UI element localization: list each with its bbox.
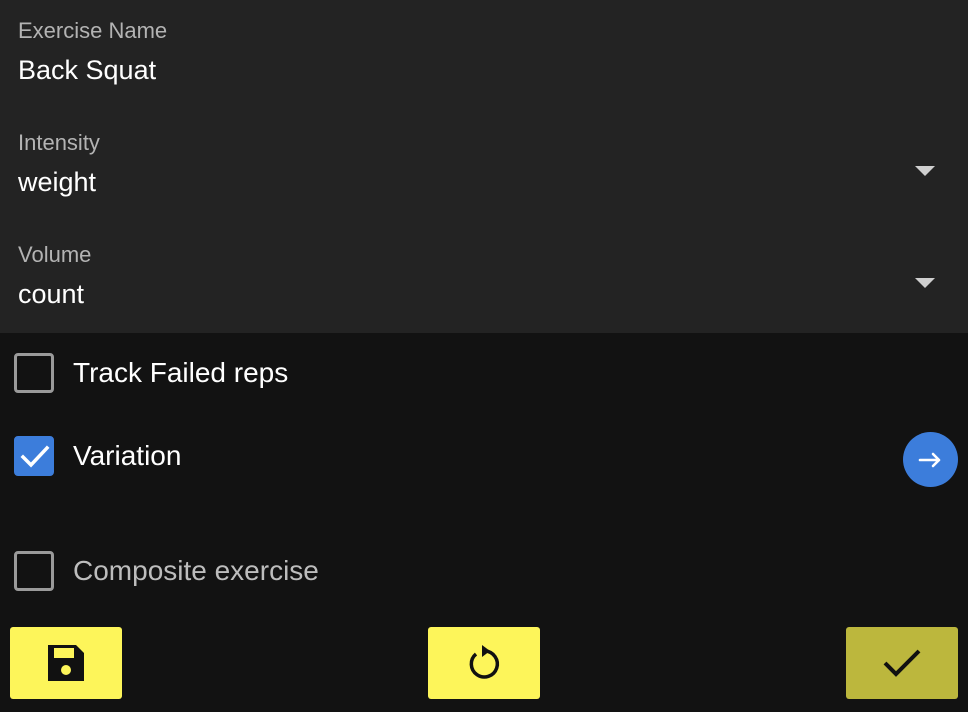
track-failed-reps-label[interactable]: Track Failed reps (73, 353, 288, 393)
variation-checkbox[interactable] (14, 436, 54, 476)
composite-exercise-row[interactable]: Composite exercise (14, 551, 968, 591)
confirm-button[interactable] (846, 627, 958, 699)
chevron-down-icon[interactable] (915, 278, 935, 288)
composite-exercise-checkbox[interactable] (14, 551, 54, 591)
exercise-name-field[interactable]: Exercise Name Back Squat (18, 18, 968, 86)
floppy-disk-icon (48, 645, 84, 681)
track-failed-reps-row[interactable]: Track Failed reps (14, 353, 968, 393)
volume-select[interactable]: Volume count (18, 242, 968, 310)
check-icon (20, 445, 50, 468)
check-icon (883, 649, 921, 677)
volume-value[interactable]: count (18, 278, 968, 310)
composite-exercise-label[interactable]: Composite exercise (73, 551, 319, 591)
exercise-name-label: Exercise Name (18, 18, 168, 43)
reset-button[interactable] (428, 627, 540, 699)
intensity-value[interactable]: weight (18, 166, 968, 198)
volume-label: Volume (18, 242, 92, 267)
variation-row[interactable]: Variation (14, 432, 968, 487)
arrow-right-icon (918, 452, 941, 468)
exercise-form: Exercise Name Back Squat Intensity weigh… (0, 0, 968, 333)
intensity-select[interactable]: Intensity weight (18, 130, 968, 198)
variation-label[interactable]: Variation (73, 436, 181, 476)
chevron-down-icon[interactable] (915, 166, 935, 176)
track-failed-reps-checkbox[interactable] (14, 353, 54, 393)
rotate-icon (469, 645, 500, 679)
save-button[interactable] (10, 627, 122, 699)
exercise-name-value[interactable]: Back Squat (18, 54, 968, 86)
intensity-label: Intensity (18, 130, 100, 155)
variation-open-button[interactable] (903, 432, 958, 487)
